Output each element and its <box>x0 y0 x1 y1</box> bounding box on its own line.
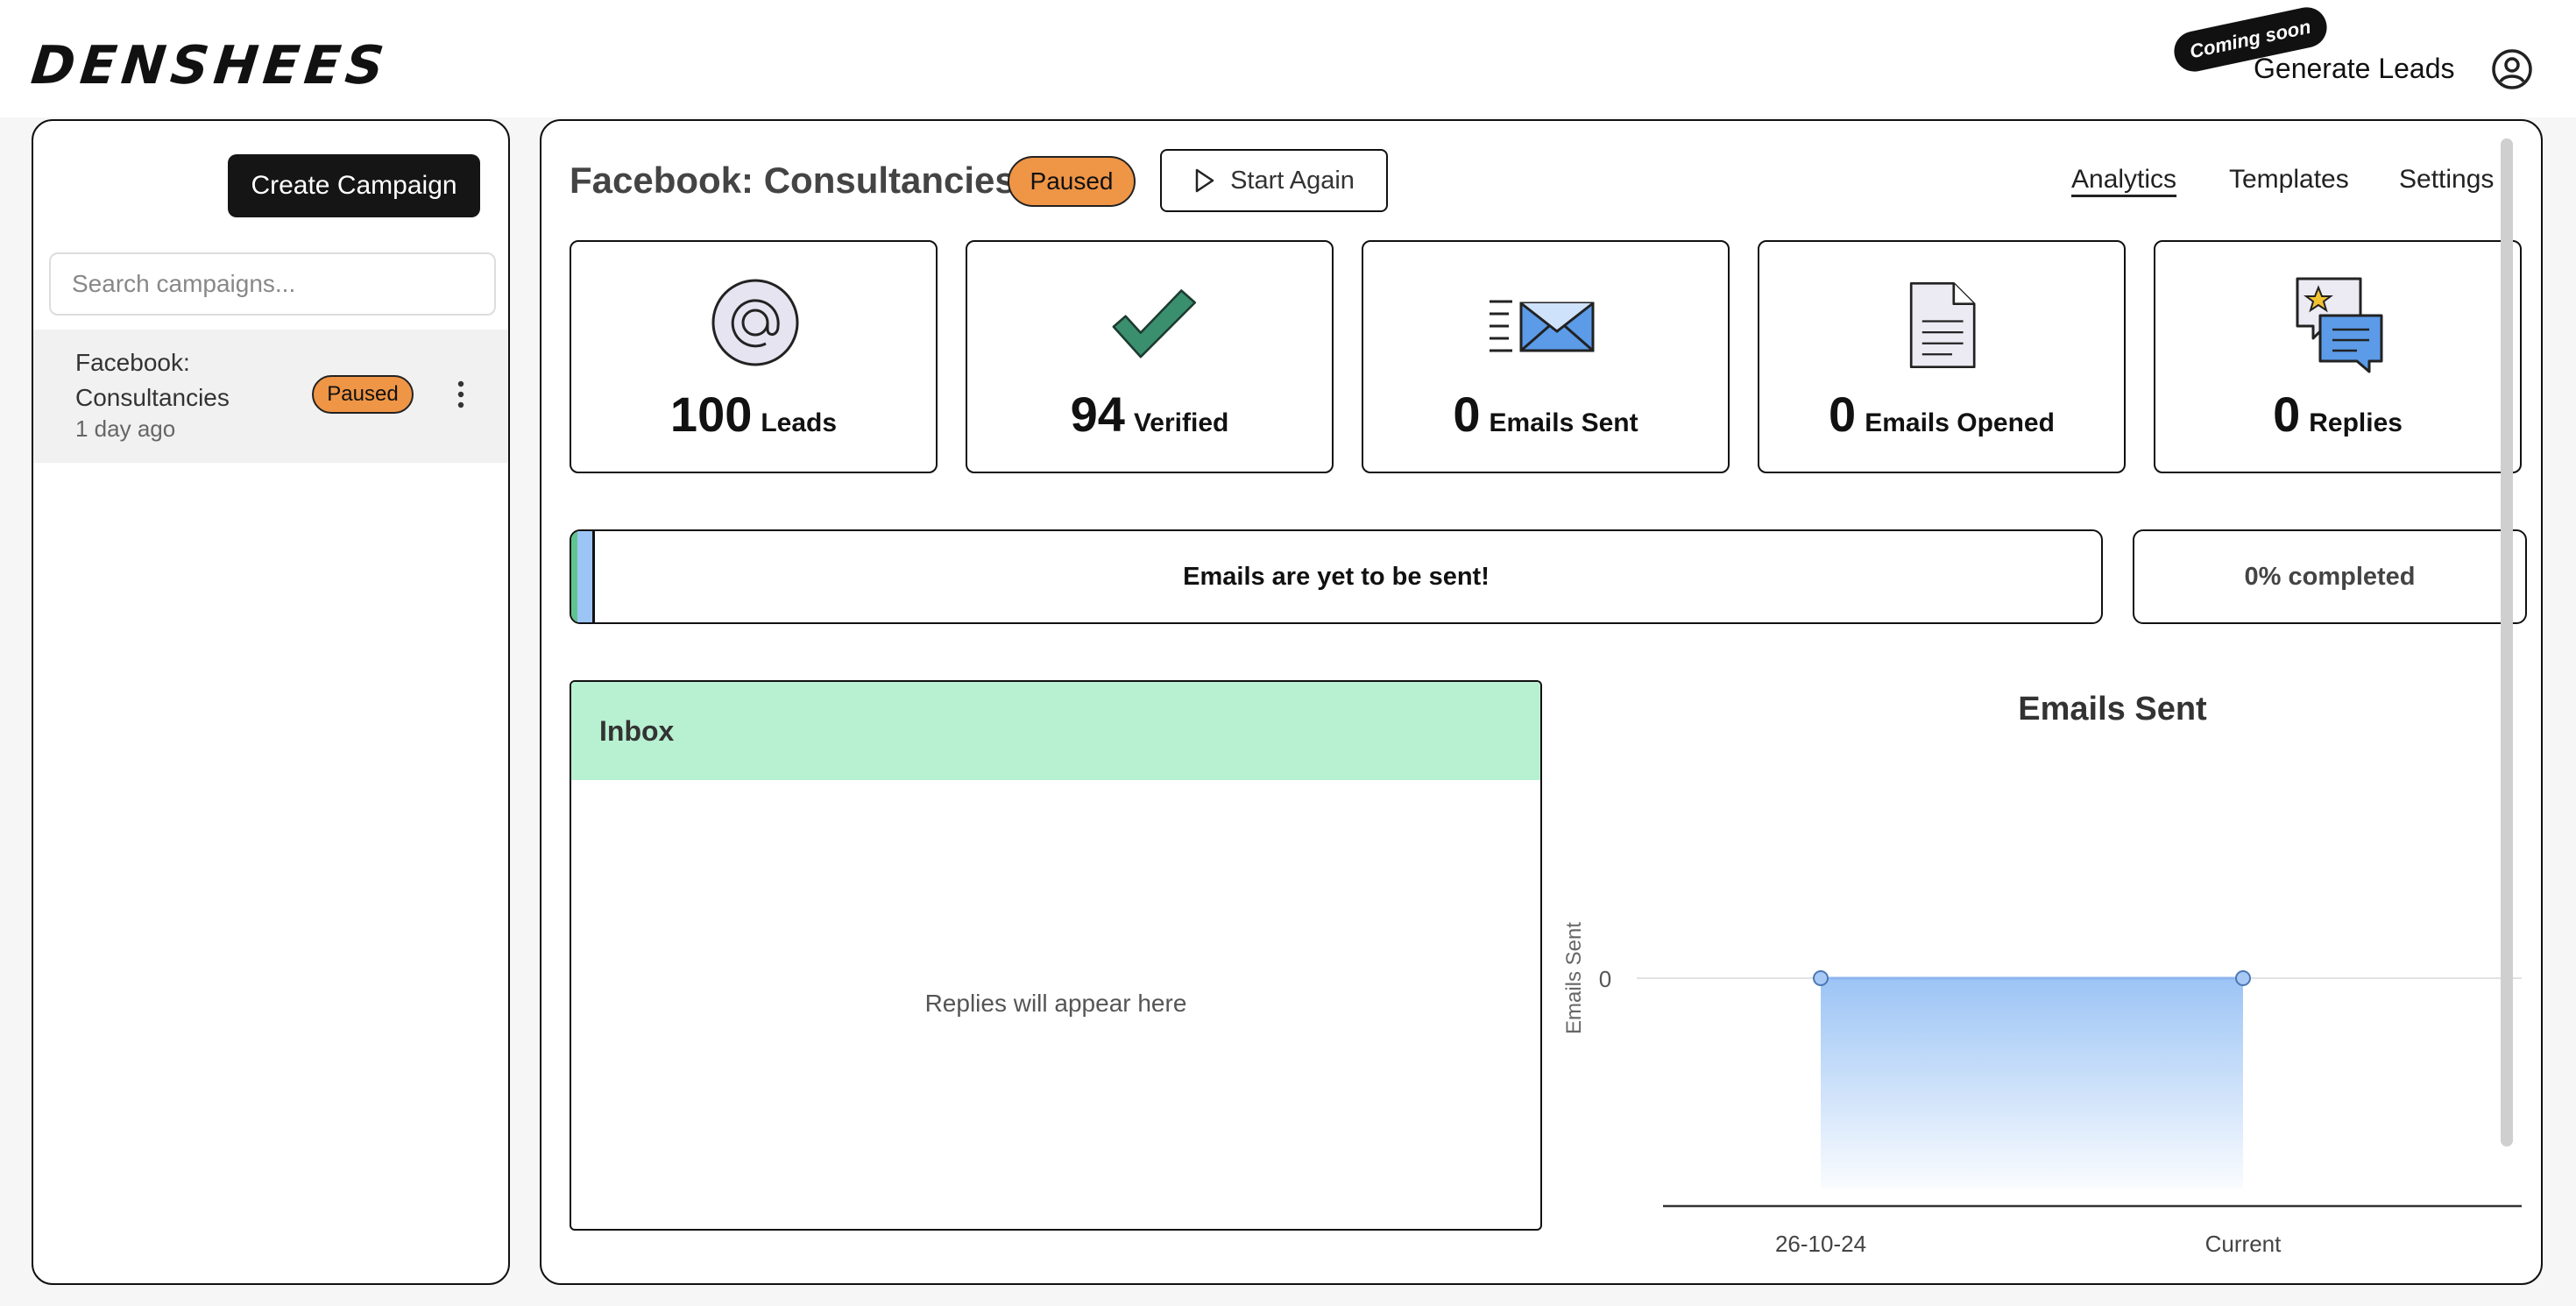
document-icon <box>1909 281 1976 369</box>
stat-card-leads: 100 Leads <box>570 240 938 473</box>
chart-point <box>1813 970 1829 986</box>
stat-leads-value: 100 <box>669 387 753 442</box>
chat-bubbles-icon <box>2296 277 2383 373</box>
campaign-list-item[interactable]: Facebook: Consultancies 1 day ago Paused <box>33 330 508 463</box>
chart-y-tick-label: 0 <box>1599 966 1611 992</box>
start-again-label: Start Again <box>1230 166 1355 195</box>
campaign-title: Facebook: Consultancies <box>570 160 1016 201</box>
chart-x-tick-label: Current <box>2205 1231 2282 1257</box>
inbox-empty-text: Replies will appear here <box>924 990 1187 1017</box>
campaign-item-name: Facebook: Consultancies <box>75 349 230 411</box>
stat-emails-sent-label: Emails Sent <box>1489 408 1638 437</box>
stat-emails-sent-value: 0 <box>1453 387 1481 442</box>
play-icon <box>1195 168 1214 193</box>
tab-templates[interactable]: Templates <box>2229 165 2349 195</box>
stat-replies-label: Replies <box>2309 408 2403 437</box>
search-campaigns-input[interactable] <box>49 252 496 316</box>
stat-card-verified: 94 Verified <box>966 240 1334 473</box>
inbox-title: Inbox <box>571 682 1540 780</box>
campaign-main-panel: Facebook: Consultancies Paused Start Aga… <box>540 119 2543 1285</box>
at-sign-icon <box>711 279 799 366</box>
more-options-icon[interactable] <box>450 379 471 410</box>
chart-area <box>1821 978 2243 1189</box>
checkmark-icon <box>1112 289 1197 358</box>
stat-verified-label: Verified <box>1133 408 1229 437</box>
start-again-button[interactable]: Start Again <box>1160 149 1388 212</box>
progress-completed: 0% completed <box>2133 529 2527 624</box>
top-bar: DENSHEES Coming soon Generate Leads <box>0 0 2576 117</box>
progress-bar: Emails are yet to be sent! <box>570 529 2103 624</box>
tab-settings[interactable]: Settings <box>2399 165 2494 195</box>
create-campaign-button[interactable]: Create Campaign <box>228 154 480 217</box>
inbox-panel: Inbox Replies will appear here <box>570 680 1542 1231</box>
scrollbar-thumb[interactable] <box>2501 138 2513 1146</box>
campaign-item-time: 1 day ago <box>75 415 176 442</box>
stat-verified-value: 94 <box>1070 387 1125 442</box>
stat-replies-value: 0 <box>2273 387 2301 442</box>
campaign-item-status-badge: Paused <box>312 375 414 414</box>
campaign-status-badge: Paused <box>1008 156 1136 207</box>
chart-y-axis-label: Emails Sent <box>1562 922 1586 1034</box>
chart-title: Emails Sent <box>2018 691 2207 728</box>
stat-emails-opened-value: 0 <box>1829 387 1857 442</box>
progress-message: Emails are yet to be sent! <box>1183 562 1490 591</box>
stat-emails-opened-label: Emails Opened <box>1865 408 2055 437</box>
stat-card-emails-sent: 0 Emails Sent <box>1362 240 1730 473</box>
tab-analytics[interactable]: Analytics <box>2071 165 2176 195</box>
stat-card-replies: 0 Replies <box>2154 240 2522 473</box>
emails-sent-chart: 0 Emails Sent 26-10-24 Current <box>1562 922 2522 1257</box>
generate-leads-link[interactable]: Generate Leads <box>2254 53 2455 85</box>
campaign-sidebar: Create Campaign Facebook: Consultancies … <box>32 119 510 1285</box>
chart-point <box>2235 970 2251 986</box>
stat-card-emails-opened: 0 Emails Opened <box>1758 240 2126 473</box>
app-logo[interactable]: DENSHEES <box>28 35 392 96</box>
chart-x-tick-label: 26-10-24 <box>1775 1231 1866 1257</box>
user-account-icon[interactable] <box>2490 47 2534 91</box>
envelope-icon <box>1490 300 1595 352</box>
stat-leads-label: Leads <box>761 408 838 437</box>
